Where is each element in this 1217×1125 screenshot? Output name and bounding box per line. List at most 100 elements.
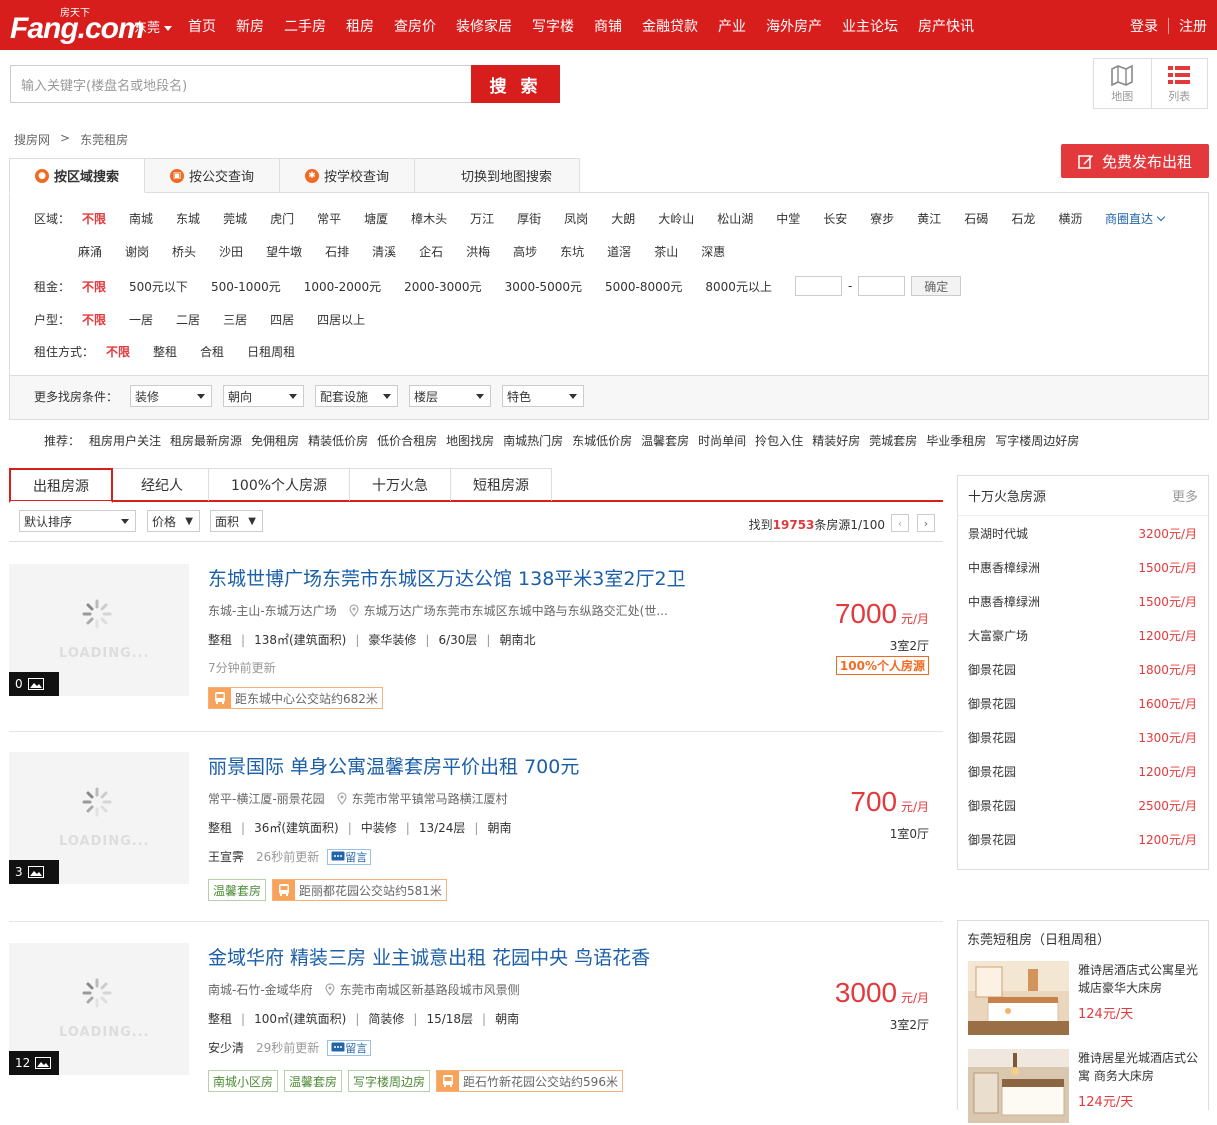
- area-option[interactable]: 寮步: [870, 210, 894, 227]
- fang-logo[interactable]: 房天下 Fang.com: [10, 6, 145, 45]
- nav-link-home[interactable]: 首页: [188, 16, 216, 36]
- rent-option[interactable]: 不限: [82, 278, 106, 295]
- floor-dropdown[interactable]: 楼层: [409, 385, 492, 407]
- layout-option[interactable]: 一居: [129, 311, 153, 328]
- area-option[interactable]: 企石: [419, 243, 443, 260]
- nav-link-news[interactable]: 房产快讯: [918, 16, 974, 36]
- location-link[interactable]: 东城-主山-东城万达广场: [208, 602, 337, 619]
- next-page-button[interactable]: ›: [917, 514, 935, 532]
- area-option[interactable]: 大岭山: [658, 210, 694, 227]
- area-option[interactable]: 万江: [470, 210, 494, 227]
- city-selector[interactable]: 东莞: [134, 17, 173, 36]
- breadcrumb-current[interactable]: 东莞租房: [80, 131, 128, 148]
- max-price-input[interactable]: [858, 276, 906, 296]
- area-option[interactable]: 洪梅: [466, 243, 490, 260]
- recommend-link[interactable]: 租房用户关注: [89, 432, 161, 449]
- recommend-link[interactable]: 温馨套房: [641, 432, 689, 449]
- short-rent-name[interactable]: 雅诗居星光城酒店式公寓 商务大床房: [1078, 1049, 1202, 1085]
- area-option[interactable]: 南城: [129, 210, 153, 227]
- urgent-more-link[interactable]: 更多: [1172, 486, 1198, 505]
- rent-option[interactable]: 500-1000元: [211, 278, 281, 295]
- recommend-link[interactable]: 免佣租房: [251, 432, 299, 449]
- recommend-link[interactable]: 东城低价房: [572, 432, 632, 449]
- tab-agents[interactable]: 经纪人: [113, 468, 209, 501]
- map-view-button[interactable]: 地图: [1094, 59, 1151, 108]
- area-option[interactable]: 谢岗: [125, 243, 149, 260]
- recommend-link[interactable]: 毕业季租房: [926, 432, 986, 449]
- feature-tag[interactable]: 温馨套房: [284, 1070, 343, 1092]
- urgent-item[interactable]: 御景花园 1600元/月: [958, 686, 1208, 720]
- tab-personal[interactable]: 100%个人房源: [209, 468, 351, 501]
- mode-option[interactable]: 不限: [106, 343, 130, 360]
- urgent-item[interactable]: 御景花园 2500元/月: [958, 788, 1208, 822]
- nav-link-finance[interactable]: 金融贷款: [642, 16, 698, 36]
- nav-link-shop[interactable]: 商铺: [594, 16, 622, 36]
- area-option[interactable]: 东城: [176, 210, 200, 227]
- listing-title[interactable]: 丽景国际 单身公寓温馨套房平价出租 700元: [208, 752, 579, 779]
- area-option[interactable]: 常平: [317, 210, 341, 227]
- tab-school-search[interactable]: ✱ 按学校查询: [280, 158, 416, 193]
- nav-link-rent[interactable]: 租房: [346, 16, 374, 36]
- tab-urgent[interactable]: 十万火急: [350, 468, 452, 501]
- tab-bus-search[interactable]: ▣ 按公交查询: [145, 158, 281, 193]
- recommend-link[interactable]: 精装好房: [812, 432, 860, 449]
- area-option[interactable]: 松山湖: [717, 210, 753, 227]
- breadcrumb-home[interactable]: 搜房网: [14, 131, 50, 148]
- area-option[interactable]: 深惠: [701, 243, 725, 260]
- nav-link-secondhand[interactable]: 二手房: [284, 16, 326, 36]
- urgent-item[interactable]: 景湖时代城 3200元/月: [958, 516, 1208, 550]
- feature-dropdown[interactable]: 特色: [502, 385, 585, 407]
- message-button[interactable]: 留言: [327, 1039, 372, 1056]
- area-option[interactable]: 沙田: [219, 243, 243, 260]
- mode-option[interactable]: 日租周租: [247, 343, 295, 360]
- login-link[interactable]: 登录: [1130, 16, 1158, 36]
- mode-option[interactable]: 整租: [153, 343, 177, 360]
- area-option[interactable]: 横沥: [1058, 210, 1082, 227]
- area-option[interactable]: 石碣: [964, 210, 988, 227]
- urgent-item[interactable]: 中惠香樟绿洲 1500元/月: [958, 584, 1208, 618]
- nav-link-office[interactable]: 写字楼: [532, 16, 574, 36]
- tab-rentals[interactable]: 出租房源: [9, 468, 113, 503]
- message-button[interactable]: 留言: [327, 848, 372, 865]
- area-option[interactable]: 大朗: [611, 210, 635, 227]
- sort-price-button[interactable]: 价格 ▼: [147, 510, 200, 532]
- recommend-link[interactable]: 租房最新房源: [170, 432, 242, 449]
- feature-tag[interactable]: 写字楼周边房: [348, 1070, 431, 1092]
- listing-title[interactable]: 金域华府 精装三房 业主诚意出租 花园中央 鸟语花香: [208, 943, 650, 970]
- location-link[interactable]: 常平-横江厦-丽景花园: [208, 790, 325, 807]
- feature-tag[interactable]: 温馨套房: [208, 879, 267, 901]
- area-option[interactable]: 茶山: [654, 243, 678, 260]
- business-district-link[interactable]: 商圈直达: [1105, 210, 1166, 227]
- mode-option[interactable]: 合租: [200, 343, 224, 360]
- decoration-dropdown[interactable]: 装修: [130, 385, 213, 407]
- rent-option[interactable]: 8000元以上: [705, 278, 772, 295]
- search-input[interactable]: 输入关键字(楼盘名或地段名): [10, 65, 471, 103]
- area-option[interactable]: 中堂: [776, 210, 800, 227]
- price-confirm-button[interactable]: 确定: [911, 276, 962, 296]
- facilities-dropdown[interactable]: 配套设施: [315, 385, 399, 407]
- area-option[interactable]: 石龙: [1011, 210, 1035, 227]
- area-option[interactable]: 东坑: [560, 243, 584, 260]
- nav-link-overseas[interactable]: 海外房产: [766, 16, 822, 36]
- rent-option[interactable]: 3000-5000元: [505, 278, 582, 295]
- publish-rent-button[interactable]: 免费发布出租: [1061, 144, 1209, 178]
- urgent-item[interactable]: 大富豪广场 1200元/月: [958, 618, 1208, 652]
- area-option[interactable]: 望牛墩: [266, 243, 302, 260]
- recommend-link[interactable]: 精装低价房: [308, 432, 368, 449]
- rent-option[interactable]: 2000-3000元: [404, 278, 481, 295]
- area-option[interactable]: 麻涌: [78, 243, 102, 260]
- layout-option[interactable]: 二居: [176, 311, 200, 328]
- area-option[interactable]: 虎门: [270, 210, 294, 227]
- recommend-link[interactable]: 时尚单间: [698, 432, 746, 449]
- search-button[interactable]: 搜 索: [471, 65, 560, 103]
- tab-short-rent[interactable]: 短租房源: [451, 468, 553, 501]
- list-view-button[interactable]: 列表: [1150, 59, 1208, 108]
- register-link[interactable]: 注册: [1179, 16, 1207, 36]
- area-option[interactable]: 道滘: [607, 243, 631, 260]
- listing-title[interactable]: 东城世博广场东莞市东城区万达公馆 138平米3室2厅2卫: [208, 564, 686, 591]
- sort-dropdown[interactable]: 默认排序: [19, 510, 136, 532]
- area-option[interactable]: 莞城: [223, 210, 247, 227]
- urgent-item[interactable]: 御景花园 1200元/月: [958, 754, 1208, 788]
- rent-option[interactable]: 1000-2000元: [304, 278, 381, 295]
- area-option[interactable]: 黄江: [917, 210, 941, 227]
